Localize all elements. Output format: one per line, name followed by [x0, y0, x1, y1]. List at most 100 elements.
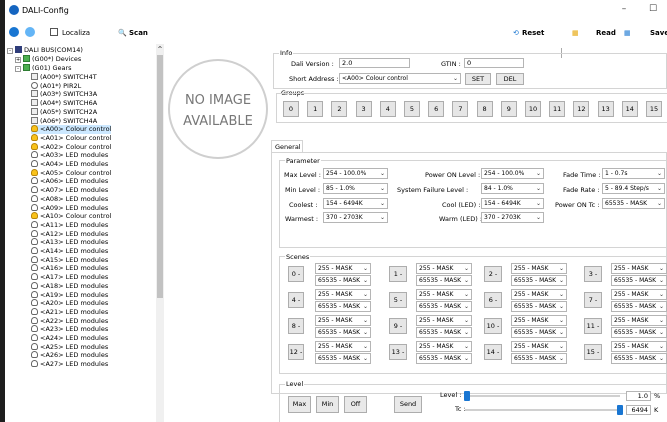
scene-button[interactable]: 10 - [484, 318, 502, 334]
scene-button[interactable]: 14 - [484, 344, 502, 360]
power-on-tc-select[interactable]: 65535 - MASK ⌄ [602, 198, 665, 209]
max-level-select[interactable]: 254 - 100.0% ⌄ [323, 168, 388, 179]
tree-item[interactable]: <A26> LED modules [31, 351, 108, 360]
scene-level-select[interactable]: 255 - MASK ⌄ [416, 341, 472, 352]
scene-tc-select[interactable]: 65535 - MASK ⌄ [416, 353, 472, 364]
fade-time-select[interactable]: 1 - 0.7s ⌄ [602, 168, 665, 179]
tree-item[interactable]: (A01*) PIR2L [31, 81, 81, 91]
tree-gears[interactable]: - (G01) Gears [15, 64, 72, 73]
scene-level-select[interactable]: 255 - MASK ⌄ [611, 289, 667, 300]
scene-button[interactable]: 0 - [288, 266, 304, 282]
scene-button[interactable]: 12 - [288, 344, 304, 360]
scene-tc-select[interactable]: 65535 - MASK ⌄ [611, 327, 667, 338]
tree-item[interactable]: <A02> Colour control [31, 142, 111, 152]
tree-item[interactable]: <A27> LED modules [31, 360, 108, 369]
scene-tc-select[interactable]: 65535 - MASK ⌄ [611, 353, 667, 364]
tree-item[interactable]: <A14> LED modules [31, 247, 108, 256]
scene-tc-select[interactable]: 65535 - MASK ⌄ [416, 301, 472, 312]
tree-item[interactable]: (A06*) SWITCH4A [31, 116, 97, 126]
scene-button[interactable]: 4 - [288, 292, 304, 308]
warmest-select[interactable]: 370 - 2703K ⌄ [323, 212, 388, 223]
collapse-icon[interactable]: - [15, 66, 21, 72]
scene-button[interactable]: 1 - [389, 266, 407, 282]
scene-level-select[interactable]: 255 - MASK ⌄ [611, 315, 667, 326]
system-failure-select[interactable]: 84 - 1.0% ⌄ [481, 183, 544, 194]
tree-item[interactable]: <A09> LED modules [31, 203, 108, 213]
tree-item[interactable]: <A23> LED modules [31, 325, 108, 334]
tree-item[interactable]: <A04> LED modules [31, 160, 108, 169]
scene-level-select[interactable]: 255 - MASK ⌄ [511, 341, 567, 352]
scene-tc-select[interactable]: 65535 - MASK ⌄ [511, 353, 567, 364]
scene-button[interactable]: 11 - [584, 318, 602, 334]
scene-tc-select[interactable]: 65535 - MASK ⌄ [315, 327, 371, 338]
scene-button[interactable]: 7 - [584, 292, 602, 308]
remove-icon[interactable] [25, 27, 35, 37]
dali-version-field[interactable]: 2.0 [339, 58, 410, 68]
del-button[interactable]: DEL [496, 73, 524, 85]
scene-level-select[interactable]: 255 - MASK ⌄ [511, 289, 567, 300]
group-button[interactable]: 6 [428, 101, 445, 117]
scan-button[interactable]: Scan [129, 29, 148, 37]
minimize-button[interactable]: – [617, 4, 631, 16]
group-button[interactable]: 14 [621, 101, 638, 117]
tree-item[interactable]: <A19> LED modules [31, 290, 108, 300]
scene-button[interactable]: 15 - [584, 344, 602, 360]
tree-item[interactable]: <A18> LED modules [31, 281, 108, 291]
tree-item[interactable]: <A08> LED modules [31, 194, 108, 204]
tree-item[interactable]: <A01> Colour control [31, 133, 111, 143]
read-icon[interactable]: ▦ [572, 29, 579, 37]
short-address-select[interactable]: <A00> Colour control ⌄ [339, 73, 461, 84]
tree-item[interactable]: <A15> LED modules [31, 255, 108, 265]
scene-button[interactable]: 13 - [389, 344, 407, 360]
group-button[interactable]: 8 [476, 101, 493, 117]
scene-tc-select[interactable]: 65535 - MASK ⌄ [611, 301, 667, 312]
scan-icon[interactable]: 🔍 [118, 29, 127, 37]
tree-item[interactable]: <A10> Colour control [31, 212, 111, 221]
tree-root[interactable]: - DALI BUS(COM14) [7, 46, 83, 55]
tree-item[interactable]: <A07> LED modules [31, 186, 108, 195]
tree-item[interactable]: <A22> LED modules [31, 316, 108, 326]
expand-icon[interactable]: + [15, 57, 21, 63]
scene-tc-select[interactable]: 65535 - MASK ⌄ [315, 301, 371, 312]
scene-level-select[interactable]: 255 - MASK ⌄ [315, 263, 371, 274]
group-button[interactable]: 0 [283, 101, 299, 117]
scene-tc-select[interactable]: 65535 - MASK ⌄ [315, 275, 371, 286]
tree-scroll-thumb[interactable] [157, 55, 163, 298]
tree-item[interactable]: <A05> Colour control [31, 168, 111, 178]
scene-level-select[interactable]: 255 - MASK ⌄ [611, 341, 667, 352]
scene-button[interactable]: 3 - [584, 266, 602, 282]
tree-item[interactable]: <A03> LED modules [31, 151, 108, 160]
reset-button[interactable]: Reset [522, 29, 544, 37]
gtin-field[interactable]: 0 [464, 58, 524, 68]
group-button[interactable]: 7 [452, 101, 469, 117]
scene-level-select[interactable]: 255 - MASK ⌄ [416, 315, 472, 326]
tree-item[interactable]: <A06> LED modules [31, 177, 108, 186]
scene-tc-select[interactable]: 65535 - MASK ⌄ [511, 301, 567, 312]
tc-slider-track[interactable] [465, 409, 620, 411]
tree-devices[interactable]: + (G00*) Devices [15, 55, 81, 64]
scene-level-select[interactable]: 255 - MASK ⌄ [611, 263, 667, 274]
scene-level-select[interactable]: 255 - MASK ⌄ [511, 315, 567, 326]
fade-rate-select[interactable]: 5 - 89.4 Step/s ⌄ [602, 183, 665, 194]
tree-item[interactable]: <A24> LED modules [31, 334, 108, 343]
level-slider-track[interactable] [465, 395, 620, 397]
scene-button[interactable]: 6 - [484, 292, 502, 308]
scene-button[interactable]: 9 - [389, 318, 407, 334]
min-level-select[interactable]: 85 - 1.0% ⌄ [323, 183, 388, 194]
add-icon[interactable] [9, 27, 19, 37]
tree-item[interactable]: <A00> Colour control [31, 125, 112, 134]
tree-item[interactable]: (A03*) SWITCH3A [31, 90, 97, 99]
save-icon[interactable]: ▦ [624, 29, 631, 37]
tc-value-field[interactable]: 6494 [626, 405, 651, 415]
localiza-checkbox[interactable] [50, 28, 58, 36]
tc-slider-knob[interactable] [617, 405, 623, 415]
group-button[interactable]: 12 [573, 101, 590, 117]
group-button[interactable]: 1 [307, 101, 324, 117]
scroll-up-icon[interactable]: ^ [156, 46, 164, 53]
level-slider-knob[interactable] [463, 391, 470, 401]
group-button[interactable]: 11 [549, 101, 566, 117]
warm-led-select[interactable]: 370 - 2703K ⌄ [481, 212, 544, 223]
tree-item[interactable]: <A11> LED modules [31, 220, 108, 230]
scene-level-select[interactable]: 255 - MASK ⌄ [315, 289, 371, 300]
level-value-field[interactable]: 1.0 [626, 391, 651, 401]
